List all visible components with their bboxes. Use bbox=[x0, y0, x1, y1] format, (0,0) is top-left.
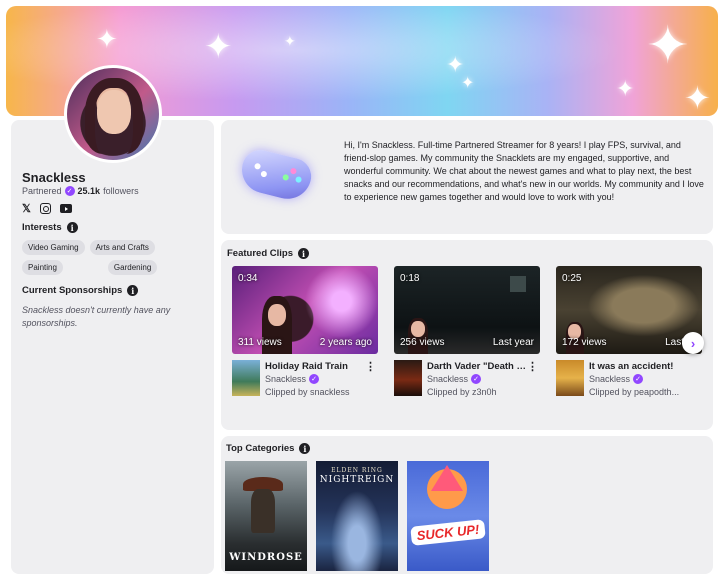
clip-title[interactable]: Holiday Raid Train bbox=[265, 361, 365, 372]
clip-card[interactable]: 0:18 256 views Last year Darth Vader "De… bbox=[394, 266, 540, 398]
info-icon[interactable]: i bbox=[299, 443, 311, 454]
sparkle-icon: ✦ bbox=[446, 52, 465, 77]
info-icon[interactable]: i bbox=[127, 285, 139, 296]
clip-thumbnail[interactable]: 0:34 311 views 2 years ago bbox=[232, 266, 378, 354]
verified-badge-icon: ✓ bbox=[633, 374, 644, 384]
sparkle-icon: ✦ bbox=[684, 80, 711, 116]
interest-tag[interactable]: Gardening bbox=[107, 260, 158, 275]
verified-badge-icon: ✓ bbox=[471, 374, 482, 384]
partner-label: Partnered bbox=[22, 186, 62, 196]
top-categories-panel: Top Categories i WINDROSE ELDEN RING NIG… bbox=[221, 436, 713, 574]
sponsorships-heading: Current Sponsorships i bbox=[22, 285, 139, 296]
top-categories-heading: Top Categories i bbox=[226, 443, 311, 454]
streamer-name: Snackless bbox=[22, 170, 86, 185]
clip-clipped-by: Clipped by peapodth... bbox=[589, 387, 680, 397]
interest-tags: Video Gaming Arts and Crafts Painting Ga… bbox=[22, 240, 202, 275]
clip-duration: 0:34 bbox=[238, 273, 258, 284]
interest-tag[interactable]: Arts and Crafts bbox=[89, 240, 155, 255]
chevron-right-icon: › bbox=[690, 335, 696, 351]
clip-channel[interactable]: Snackless ✓ bbox=[265, 374, 320, 384]
verified-badge-icon: ✓ bbox=[309, 374, 320, 384]
partner-status: Partnered ✓ 25.1k followers bbox=[22, 186, 139, 196]
clip-duration: 0:18 bbox=[400, 273, 420, 284]
clip-views: 311 views bbox=[238, 337, 282, 348]
about-panel: Hi, I'm Snackless. Full-time Partnered S… bbox=[221, 120, 713, 234]
sparkle-icon: ✦ bbox=[461, 75, 475, 92]
clip-channel[interactable]: Snackless ✓ bbox=[427, 374, 482, 384]
x-icon[interactable]: 𝕏 bbox=[22, 202, 31, 215]
instagram-icon[interactable] bbox=[39, 203, 51, 214]
followers-label: followers bbox=[103, 186, 139, 196]
more-options-icon[interactable]: ⋮ bbox=[527, 360, 538, 373]
clip-views: 256 views bbox=[400, 337, 445, 348]
clip-duration: 0:25 bbox=[562, 273, 582, 284]
more-options-icon[interactable]: ⋮ bbox=[365, 360, 376, 373]
clip-clipped-by: Clipped by z3n0h bbox=[427, 387, 497, 397]
clip-clipped-by: Clipped by snackless bbox=[265, 387, 350, 397]
category-card[interactable]: SUCK UP! bbox=[407, 461, 489, 571]
sponsorships-empty-text: Snackless doesn't currently have any spo… bbox=[22, 305, 171, 328]
category-thumbnail[interactable] bbox=[232, 360, 260, 396]
category-title: WINDROSE bbox=[229, 552, 303, 563]
clip-title[interactable]: Darth Vader "Death D... bbox=[427, 361, 527, 372]
interest-tag[interactable]: Painting bbox=[22, 260, 63, 275]
clip-channel[interactable]: Snackless ✓ bbox=[589, 374, 644, 384]
sparkle-icon: ✦ bbox=[204, 28, 233, 66]
clip-age: 2 years ago bbox=[319, 337, 372, 348]
social-links: 𝕏 bbox=[22, 202, 72, 215]
interests-heading: Interests i bbox=[22, 222, 78, 233]
about-text: Hi, I'm Snackless. Full-time Partnered S… bbox=[344, 140, 704, 203]
clip-thumbnail[interactable]: 0:25 172 views Last bbox=[556, 266, 702, 354]
featured-clips-heading: Featured Clips i bbox=[227, 248, 309, 259]
clip-thumbnail[interactable]: 0:18 256 views Last year bbox=[394, 266, 540, 354]
featured-clips-panel: Featured Clips i 0:34 311 views 2 years … bbox=[221, 240, 713, 430]
youtube-icon[interactable] bbox=[59, 204, 72, 213]
category-card[interactable]: ELDEN RING NIGHTREIGN bbox=[316, 461, 398, 571]
category-title: NIGHTREIGN bbox=[319, 475, 395, 485]
clip-title[interactable]: It was an accident! bbox=[589, 361, 689, 372]
info-icon[interactable]: i bbox=[66, 222, 78, 233]
sparkle-icon: ✦ bbox=[96, 24, 118, 54]
category-subtitle: ELDEN RING bbox=[331, 467, 383, 474]
carousel-next-button[interactable]: › bbox=[682, 332, 704, 354]
category-thumbnail[interactable] bbox=[394, 360, 422, 396]
sparkle-icon: ✦ bbox=[646, 17, 690, 75]
followers-count: 25.1k bbox=[77, 186, 101, 196]
clip-age: Last year bbox=[492, 337, 534, 348]
sparkle-icon: ✦ bbox=[616, 76, 635, 101]
clip-views: 172 views bbox=[562, 337, 607, 348]
info-icon[interactable]: i bbox=[298, 248, 309, 259]
sparkle-icon: ✦ bbox=[284, 33, 296, 49]
clip-card[interactable]: 0:25 172 views Last It was an accident! … bbox=[556, 266, 702, 398]
game-controller-icon bbox=[233, 140, 319, 214]
avatar[interactable] bbox=[64, 65, 162, 163]
interest-tag[interactable]: Video Gaming bbox=[22, 240, 85, 255]
clip-card[interactable]: 0:34 311 views 2 years ago Holiday Raid … bbox=[232, 266, 378, 398]
category-thumbnail[interactable] bbox=[556, 360, 584, 396]
category-card[interactable]: WINDROSE bbox=[225, 461, 307, 571]
verified-badge-icon: ✓ bbox=[64, 186, 75, 196]
